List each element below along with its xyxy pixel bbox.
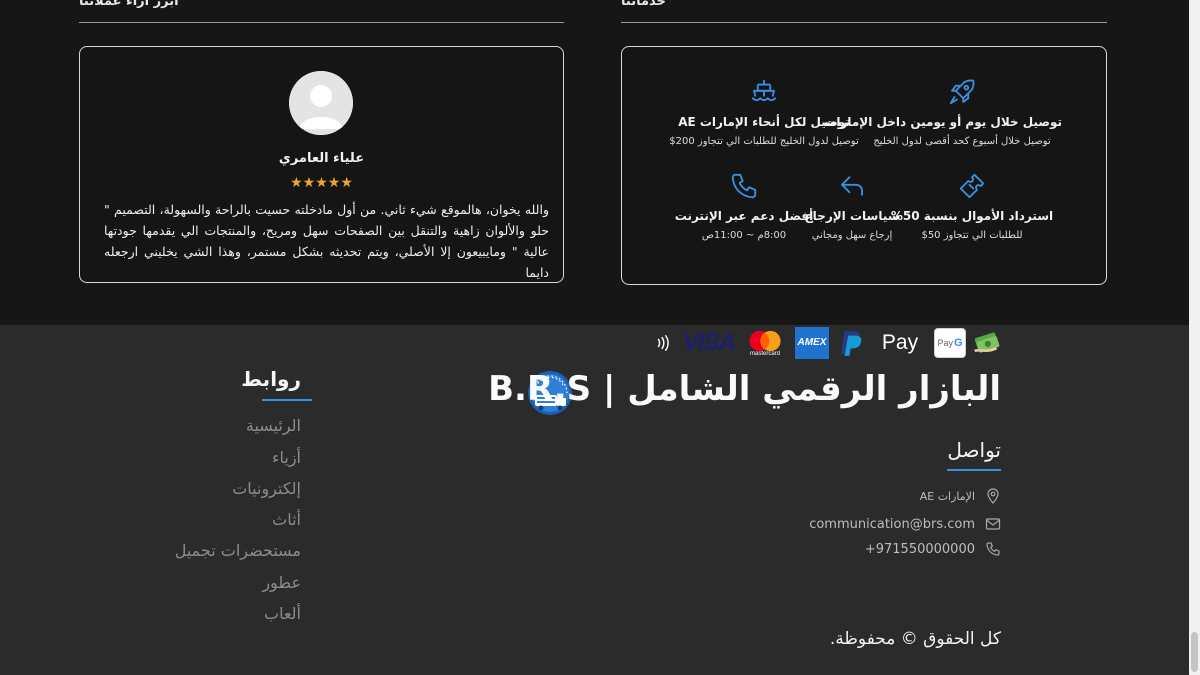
links-underline — [262, 399, 312, 401]
footer-link-electronics[interactable]: إلكترونيات — [232, 479, 301, 498]
mastercard-label: mastercard — [750, 350, 781, 357]
mastercard-badge: mastercard — [742, 325, 788, 361]
paypal-icon — [836, 325, 866, 361]
footer-link-furniture[interactable]: أثاث — [272, 510, 301, 529]
scrollbar-thumb[interactable] — [1191, 632, 1198, 672]
rating-stars: ★★★★★ — [290, 175, 353, 191]
phone-icon — [729, 171, 759, 201]
top-section: ابرز اراء عملائنا خدماتنا علياء العامري … — [0, 0, 1189, 325]
visa-label: VISA — [683, 329, 736, 356]
reviews-section-title: ابرز اراء عملائنا — [79, 0, 179, 9]
service-uae-delivery: توصيل لكل أنحاء الإمارات AE توصيل لدول ا… — [664, 77, 864, 147]
google-pay-badge: G Pay — [934, 325, 966, 361]
footer: البازار الرقمي الشامل | B.R.S تواصل الإم… — [0, 325, 1189, 675]
footer-link-perfumes[interactable]: عطور — [262, 573, 301, 592]
contact-underline — [947, 469, 1001, 471]
contact-title: تواصل — [947, 438, 1001, 462]
service-subtitle: 8:00م ~ 11:00ص — [701, 230, 787, 241]
service-title: توصيل لكل أنحاء الإمارات AE — [678, 115, 850, 129]
service-title: أفضل دعم عبر الإنترنت — [674, 209, 814, 223]
services-card: توصيل خلال يوم أو يومين داخل الإمارات تو… — [621, 46, 1107, 285]
service-subtitle: توصيل خلال أسبوع كحد أقصى لدول الخليج — [873, 136, 1051, 147]
review-text: والله يخوان، هالموقع شيء ثاني. من أول ما… — [104, 202, 549, 280]
phone-icon — [985, 541, 1001, 557]
page: ابرز اراء عملائنا خدماتنا علياء العامري … — [0, 0, 1200, 675]
service-title: توصيل خلال يوم أو يومين داخل الإمارات — [824, 115, 1062, 129]
service-support: أفضل دعم عبر الإنترنت 8:00م ~ 11:00ص — [644, 171, 844, 241]
reviewer-name: علياء العامري — [278, 151, 365, 166]
links-title: روابط — [241, 367, 301, 391]
mail-icon — [985, 516, 1001, 532]
apple-pay-label: Pay — [881, 331, 919, 354]
contactless-icon — [652, 325, 674, 361]
services-section-title: خدماتنا — [621, 0, 666, 9]
footer-link-toys[interactable]: ألعاب — [264, 604, 301, 623]
footer-link-fashion[interactable]: أزياء — [272, 448, 301, 467]
reviews-divider — [79, 22, 564, 23]
page-scrollbar[interactable] — [1189, 0, 1200, 675]
visa-badge: VISA — [679, 325, 739, 361]
service-subtitle: توصيل لدول الخليج للطلبات الي تتجاوز 200… — [669, 136, 859, 147]
contact-phone[interactable]: +971550000000 — [865, 541, 1001, 557]
cash-icon — [970, 325, 1004, 361]
contact-location: الإمارات AE — [920, 488, 1001, 504]
ticket-icon — [957, 171, 987, 201]
services-divider — [621, 22, 1107, 23]
email-text[interactable]: communication@brs.com — [809, 517, 975, 532]
rocket-icon — [947, 77, 977, 107]
google-pay-label: Pay — [937, 338, 953, 348]
apple-pay-badge: Pay — [870, 325, 930, 361]
amex-label: AMEX — [797, 337, 827, 348]
phone-text[interactable]: +971550000000 — [865, 542, 975, 557]
amex-badge: AMEX — [795, 325, 829, 361]
service-fast-delivery: توصيل خلال يوم أو يومين داخل الإمارات تو… — [824, 77, 1062, 147]
contact-email[interactable]: communication@brs.com — [809, 516, 1001, 532]
avatar — [289, 71, 353, 135]
location-pin-icon — [985, 488, 1001, 504]
review-card: علياء العامري ★★★★★ والله يخوان، هالموقع… — [79, 46, 564, 283]
copyright: كل الحقوق © محفوظة. — [829, 629, 1001, 649]
location-text: الإمارات AE — [919, 489, 975, 503]
ship-icon — [749, 77, 779, 107]
footer-link-cosmetics[interactable]: مستحضرات تجميل — [175, 541, 301, 560]
footer-link-home[interactable]: الرئيسية — [246, 416, 301, 435]
brand-title: البازار الرقمي الشامل | B.R.S — [488, 369, 1001, 409]
